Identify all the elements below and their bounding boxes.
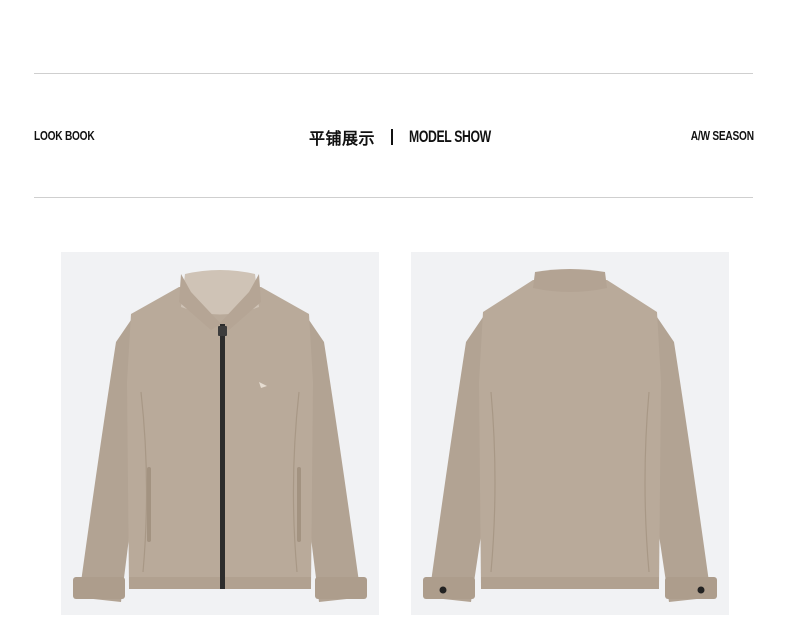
jacket-back-photo <box>411 252 729 615</box>
section-title-cn: 平铺展示 <box>309 129 376 148</box>
jacket-front-photo <box>61 252 379 615</box>
section-title-group: 平铺展示 MODEL SHOW <box>309 124 523 150</box>
title-separator <box>391 129 394 145</box>
jacket-back-icon <box>423 269 717 602</box>
season-label: A/W SEASON <box>690 128 754 143</box>
jacket-front-icon <box>73 270 367 602</box>
bottom-divider-line <box>34 197 753 198</box>
look-book-label: LOOK BOOK <box>34 128 95 143</box>
section-header: LOOK BOOK 平铺展示 MODEL SHOW A/W SEASON <box>0 120 790 154</box>
section-title-en: MODEL SHOW <box>409 127 491 146</box>
top-divider-line <box>34 73 753 74</box>
